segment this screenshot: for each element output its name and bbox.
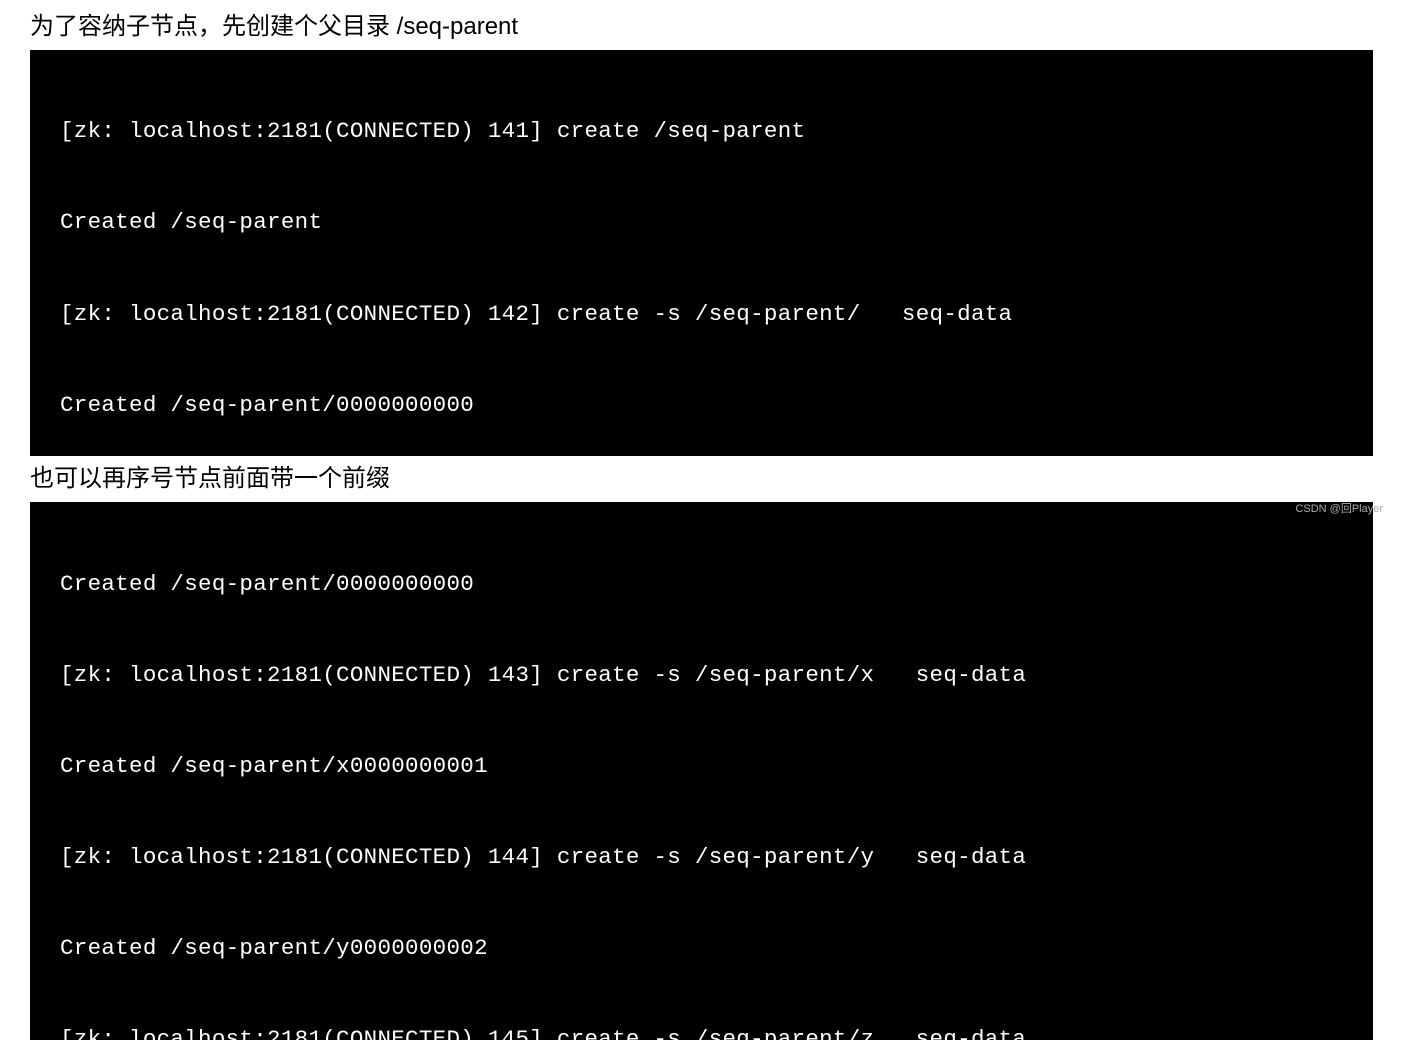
terminal-line: Created /seq-parent/x0000000001 (60, 751, 1363, 781)
terminal-line: [zk: localhost:2181(CONNECTED) 141] crea… (60, 116, 1363, 146)
terminal-line: Created /seq-parent/0000000000 (60, 390, 1363, 420)
terminal-line: Created /seq-parent/0000000000 (60, 569, 1363, 599)
terminal-line: [zk: localhost:2181(CONNECTED) 144] crea… (60, 842, 1363, 872)
terminal-output-2: Created /seq-parent/0000000000 [zk: loca… (30, 502, 1373, 1040)
terminal-line: [zk: localhost:2181(CONNECTED) 143] crea… (60, 660, 1363, 690)
terminal-line: [zk: localhost:2181(CONNECTED) 145] crea… (60, 1024, 1363, 1040)
watermark-text: CSDN @回Player (1295, 500, 1383, 516)
terminal-line: Created /seq-parent (60, 207, 1363, 237)
terminal-output-1: [zk: localhost:2181(CONNECTED) 141] crea… (30, 50, 1373, 457)
terminal-line: Created /seq-parent/y0000000002 (60, 933, 1363, 963)
description-text-2: 也可以再序号节点前面带一个前缀 (0, 456, 1403, 502)
terminal-line: [zk: localhost:2181(CONNECTED) 142] crea… (60, 299, 1363, 329)
description-text-1: 为了容纳子节点，先创建个父目录 /seq-parent (0, 4, 1403, 50)
